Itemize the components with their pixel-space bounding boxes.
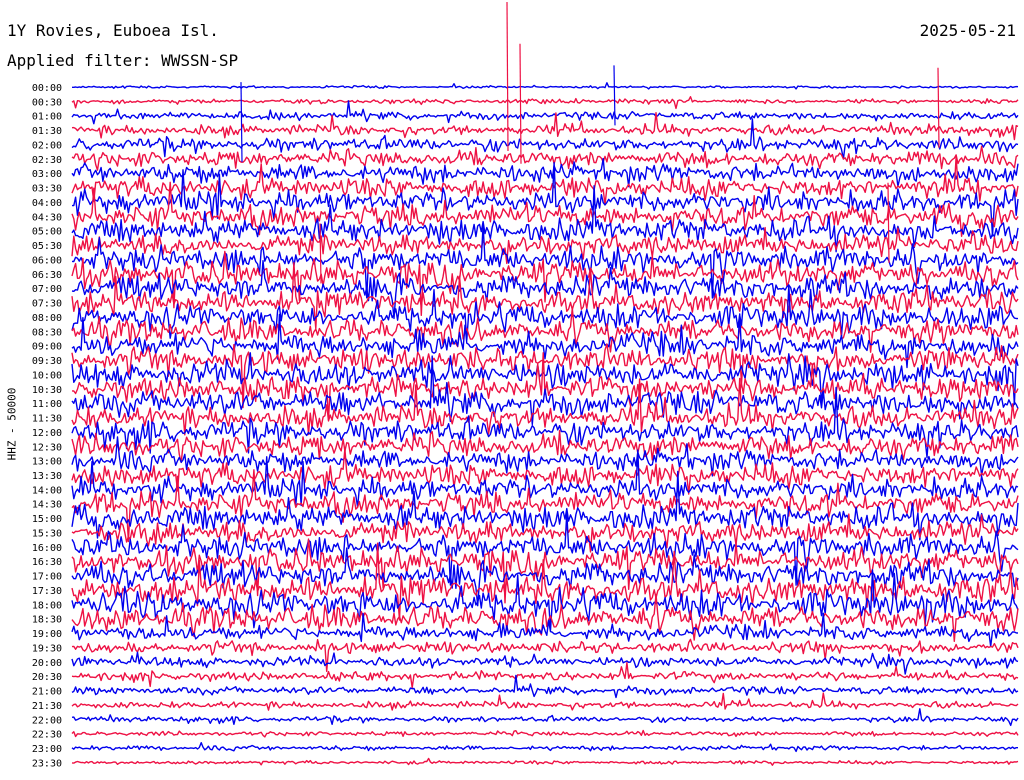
- row-time-label: 09:00: [32, 342, 62, 353]
- row-time-label: 06:30: [32, 270, 62, 281]
- row-time-label: 13:30: [32, 471, 62, 482]
- row-time-label: 23:00: [32, 744, 62, 755]
- y-axis-label: HHZ - 50000: [5, 387, 19, 461]
- seismic-trace-2230: [71, 729, 1019, 738]
- seismic-trace-0030: [71, 96, 1019, 110]
- row-time-label: 09:30: [32, 356, 62, 367]
- station-title: 1Y Rovies, Euboea Isl.: [7, 21, 219, 40]
- row-time-label: 04:30: [32, 212, 62, 223]
- row-time-label: 05:00: [32, 227, 62, 238]
- date-label: 2025-05-21: [919, 21, 1016, 40]
- row-time-label: 14:30: [32, 500, 62, 511]
- row-time-label: 16:00: [32, 543, 62, 554]
- seismic-trace-0300: [71, 157, 1019, 188]
- row-time-label: 00:30: [32, 97, 62, 108]
- row-time-label: 21:30: [32, 701, 62, 712]
- helicorder-plot: 00:00 00:30 01:00 01:30 02:00 02:30 03:00 03:30…: [32, 1, 1019, 769]
- row-time-label: 04:00: [32, 198, 62, 209]
- row-time-label: 11:00: [32, 399, 62, 410]
- row-time-label: 08:30: [32, 327, 62, 338]
- row-time-label: 10:00: [32, 370, 62, 381]
- row-time-label: 19:00: [32, 629, 62, 640]
- event-spike: [240, 82, 243, 163]
- row-time-label: 14:00: [32, 485, 62, 496]
- row-time-label: 07:30: [32, 299, 62, 310]
- row-time-label: 17:30: [32, 586, 62, 597]
- seismic-trace-0230: [71, 145, 1019, 171]
- row-time-label: 01:00: [32, 112, 62, 123]
- seismic-trace-2100: [71, 674, 1019, 699]
- row-time-label: 03:30: [32, 184, 62, 195]
- row-time-label: 15:00: [32, 514, 62, 525]
- row-time-label: 17:00: [32, 572, 62, 583]
- row-time-label: 13:00: [32, 457, 62, 468]
- seismic-trace-2300: [71, 742, 1018, 753]
- seismic-trace-1230: [71, 429, 1019, 464]
- row-time-label: 21:00: [32, 687, 62, 698]
- row-time-label: 16:30: [32, 557, 62, 568]
- event-spike: [887, 182, 890, 263]
- row-time-label: 20:00: [32, 658, 62, 669]
- row-time-label: 22:00: [32, 715, 62, 726]
- event-spike: [519, 43, 522, 164]
- seismic-trace-0000: [72, 82, 1019, 90]
- helicorder-page: 00:00 00:30 01:00 01:30 02:00 02:30 03:00 03:30…: [0, 0, 1024, 780]
- row-time-label: 10:30: [32, 385, 62, 396]
- seismic-trace-2130: [71, 692, 1019, 711]
- row-time-label: 19:30: [32, 643, 62, 654]
- seismic-trace-1930: [71, 638, 1019, 672]
- row-time-label: 18:30: [32, 615, 62, 626]
- row-time-label: 02:30: [32, 155, 62, 166]
- row-time-label: 03:00: [32, 169, 62, 180]
- row-time-label: 20:30: [32, 672, 62, 683]
- event-spike: [613, 65, 616, 126]
- row-time-label: 18:00: [32, 600, 62, 611]
- seismic-trace-0100: [71, 100, 1019, 125]
- row-time-label: 22:30: [32, 730, 62, 741]
- row-time-label: 23:30: [32, 758, 62, 769]
- seismic-trace-0200: [71, 118, 1019, 160]
- filter-label: Applied filter: WWSSN-SP: [7, 51, 239, 70]
- row-time-label: 12:30: [32, 442, 62, 453]
- row-time-label: 07:00: [32, 284, 62, 295]
- row-time-label: 12:00: [32, 428, 62, 439]
- row-time-label: 11:30: [32, 414, 62, 425]
- row-time-label: 08:00: [32, 313, 62, 324]
- seismic-trace-2200: [71, 708, 1019, 727]
- row-time-label: 06:00: [32, 255, 62, 266]
- seismic-trace-2000: [71, 651, 1019, 675]
- seismic-trace-1330: [71, 448, 1019, 495]
- row-time-label: 05:30: [32, 241, 62, 252]
- row-time-label: 15:30: [32, 528, 62, 539]
- event-spike: [937, 67, 940, 148]
- row-time-label: 02:00: [32, 140, 62, 151]
- seismic-trace-2330: [71, 757, 1019, 766]
- seismic-trace-2030: [71, 662, 1019, 689]
- row-time-label: 00:00: [32, 83, 62, 94]
- row-time-label: 01:30: [32, 126, 62, 137]
